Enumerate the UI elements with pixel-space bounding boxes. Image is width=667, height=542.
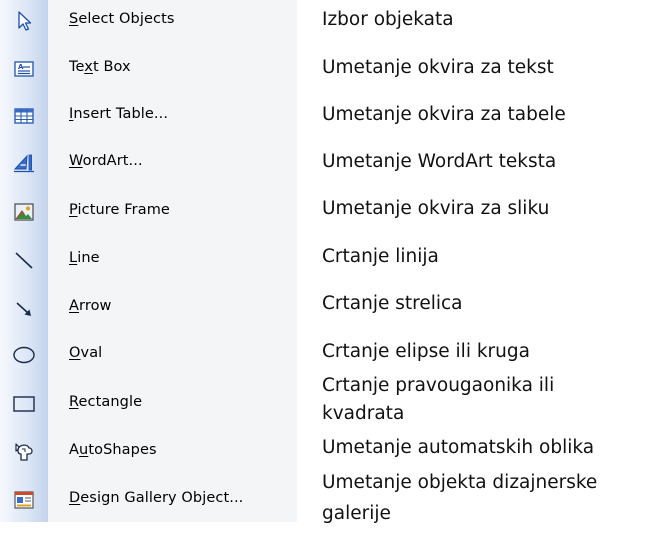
oval-icon <box>12 343 36 367</box>
description-rectangle-line1: Crtanje pravougaonika ili <box>322 375 555 396</box>
menu-item-wordart[interactable]: WordArt... <box>0 148 297 178</box>
description-oval: Crtanje elipse ili kruga <box>322 341 530 362</box>
description-wordart: Umetanje WordArt teksta <box>322 151 557 172</box>
line-icon <box>12 248 36 272</box>
description-design-gallery-line2: galerije <box>322 503 391 524</box>
menu-item-label: Rectangle <box>69 394 143 410</box>
select-arrow-icon <box>12 9 36 33</box>
menu-item-autoshapes[interactable]: AutoShapes <box>0 437 297 467</box>
menu-item-label: Picture Frame <box>69 202 170 218</box>
table-grid-icon <box>12 104 36 128</box>
menu-item-label: Insert Table... <box>69 106 169 122</box>
description-autoshapes: Umetanje automatskih oblika <box>322 437 595 458</box>
menu-item-label: WordArt... <box>69 153 143 169</box>
menu-item-picture-frame[interactable]: Picture Frame <box>0 197 297 227</box>
menu-item-line[interactable]: Line <box>0 245 297 275</box>
menu-item-oval[interactable]: Oval <box>0 340 297 370</box>
menu-item-design-gallery-object[interactable]: Design Gallery Object... <box>0 485 297 515</box>
description-line: Crtanje linija <box>322 246 439 267</box>
text-box-icon: A <box>12 57 36 81</box>
arrow-icon <box>12 296 36 320</box>
menu-item-label: Select Objects <box>69 11 175 27</box>
description-arrow: Crtanje strelica <box>322 293 463 314</box>
autoshapes-icon <box>12 440 36 464</box>
menu-item-arrow[interactable]: Arrow <box>0 293 297 323</box>
menu-item-label: Oval <box>69 345 103 361</box>
picture-frame-icon <box>12 200 36 224</box>
menu-item-label: Design Gallery Object... <box>69 490 244 506</box>
description-text-box: Umetanje okvira za tekst <box>322 57 554 78</box>
description-insert-table: Umetanje okvira za tabele <box>322 104 566 125</box>
description-picture-frame: Umetanje okvira za sliku <box>322 198 550 219</box>
menu-item-text-box[interactable]: A Text Box <box>0 54 297 84</box>
description-design-gallery-line1: Umetanje objekta dizajnerske <box>322 472 598 493</box>
wordart-icon <box>12 151 36 175</box>
objects-toolbar-menu: Select Objects A Text Box Insert Table..… <box>0 0 297 522</box>
menu-item-insert-table[interactable]: Insert Table... <box>0 101 297 131</box>
menu-item-label: Arrow <box>69 298 112 314</box>
design-gallery-icon <box>12 488 36 512</box>
menu-item-label: Line <box>69 250 100 266</box>
menu-item-select-objects[interactable]: Select Objects <box>0 6 297 36</box>
description-select-objects: Izbor objekata <box>322 9 454 30</box>
menu-item-label: Text Box <box>69 59 131 75</box>
rectangle-icon <box>12 392 36 416</box>
menu-item-rectangle[interactable]: Rectangle <box>0 389 297 419</box>
menu-item-label: AutoShapes <box>69 442 157 458</box>
description-rectangle-line2: kvadrata <box>322 403 405 424</box>
